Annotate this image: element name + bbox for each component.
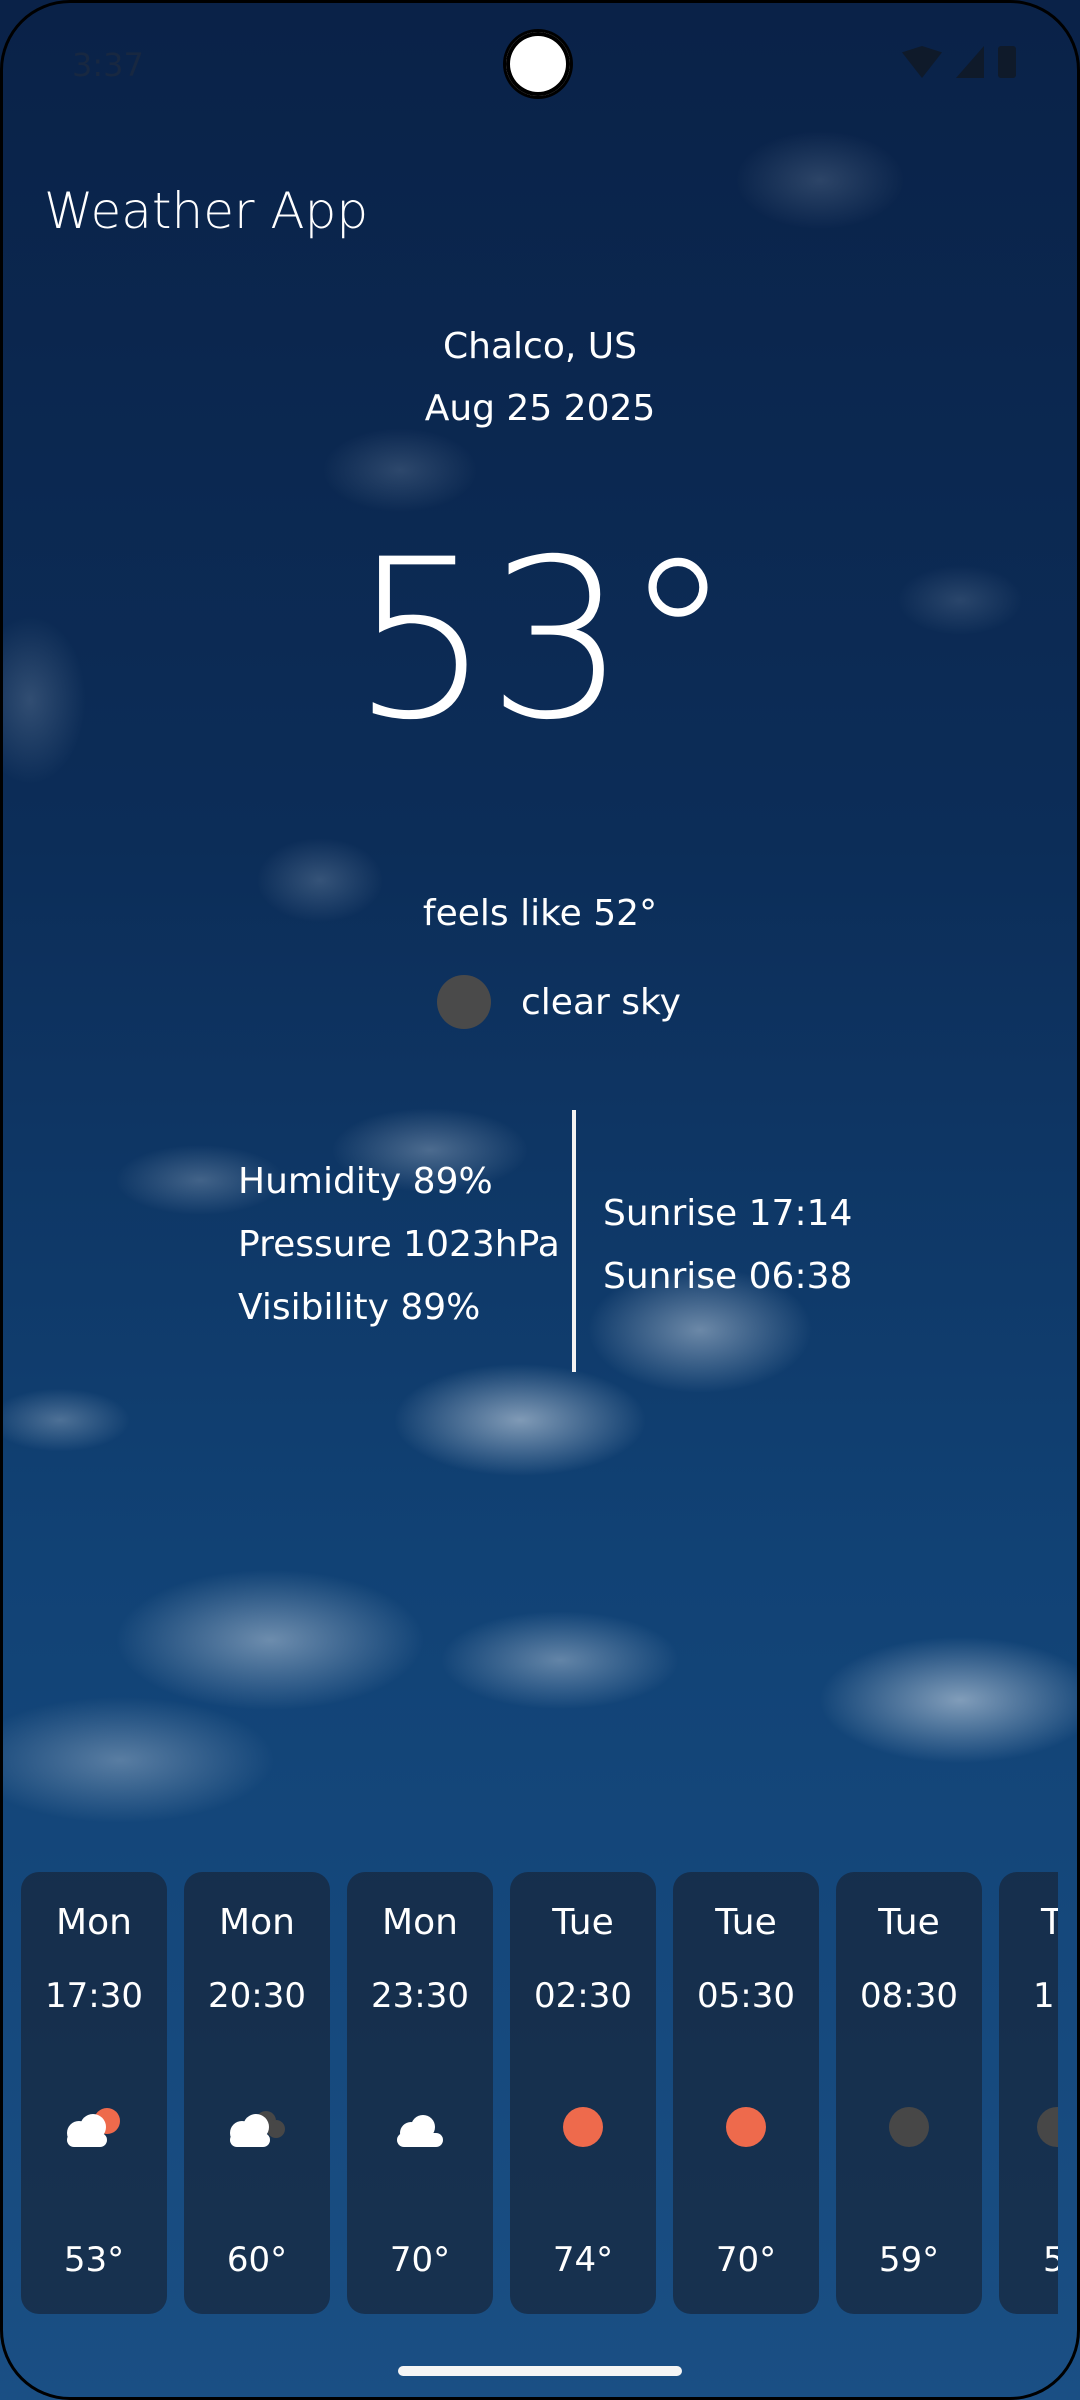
status-icons xyxy=(902,46,1016,78)
moon-icon xyxy=(1037,2107,1058,2147)
location-label: Chalco, US xyxy=(443,326,637,367)
forecast-day: Mon xyxy=(56,1902,132,1943)
forecast-card[interactable]: Mon 20:30 60° xyxy=(184,1872,330,2314)
forecast-time: 20:30 xyxy=(208,1976,306,2016)
stats-divider xyxy=(572,1110,576,1372)
forecast-card[interactable]: Tue 05:30 70° xyxy=(673,1872,819,2314)
forecast-temp: 70° xyxy=(389,2240,451,2280)
forecast-day: T xyxy=(1041,1902,1058,1943)
forecast-card[interactable]: Tue 02:30 74° xyxy=(510,1872,656,2314)
forecast-temp: 59° xyxy=(878,2240,940,2280)
forecast-time: 05:30 xyxy=(697,1976,795,2016)
condition-row: clear sky xyxy=(437,975,681,1029)
status-time: 3:37 xyxy=(72,46,144,84)
cloud-icon xyxy=(397,2115,443,2147)
wifi-icon xyxy=(902,46,942,78)
forecast-temp: 60° xyxy=(226,2240,288,2280)
forecast-card[interactable]: T 11 5 xyxy=(999,1872,1058,2314)
moon-icon xyxy=(889,2107,929,2147)
stats-right: Sunrise 17:14 Sunrise 06:38 xyxy=(603,1182,852,1308)
signal-icon xyxy=(956,46,984,78)
visibility-label: Visibility 89% xyxy=(238,1287,481,1328)
pressure-label: Pressure 1023hPa xyxy=(238,1224,560,1265)
forecast-time: 02:30 xyxy=(534,1976,632,2016)
stats-left: Humidity 89% Pressure 1023hPa Visibility… xyxy=(238,1150,560,1339)
partly-cloudy-night-icon xyxy=(230,2111,285,2147)
camera-cutout xyxy=(506,32,570,96)
forecast-temp: 5 xyxy=(1043,2240,1058,2280)
night-clear-icon xyxy=(437,975,491,1029)
forecast-day: Tue xyxy=(878,1902,940,1943)
forecast-time: 11 xyxy=(1033,1976,1058,2016)
forecast-card[interactable]: Mon 17:30 53° xyxy=(21,1872,167,2314)
date-label: Aug 25 2025 xyxy=(424,388,656,429)
forecast-day: Tue xyxy=(715,1902,777,1943)
sunrise-label: Sunrise 17:14 xyxy=(603,1193,853,1234)
forecast-day: Tue xyxy=(552,1902,614,1943)
sunset-label: Sunrise 06:38 xyxy=(603,1256,853,1297)
sun-icon xyxy=(563,2107,603,2147)
forecast-time: 08:30 xyxy=(860,1976,958,2016)
forecast-strip[interactable]: Mon 17:30 53° Mon 20:30 60° Mon 23:30 70… xyxy=(0,1872,1058,2314)
condition-label: clear sky xyxy=(521,981,681,1023)
feels-like-label: feels like 52° xyxy=(422,893,658,934)
app-title: Weather App xyxy=(44,182,369,240)
sun-icon xyxy=(726,2107,766,2147)
forecast-time: 23:30 xyxy=(371,1976,469,2016)
forecast-temp: 70° xyxy=(715,2240,777,2280)
battery-icon xyxy=(998,46,1016,78)
forecast-temp: 53° xyxy=(63,2240,125,2280)
forecast-temp: 74° xyxy=(552,2240,614,2280)
partly-cloudy-day-icon xyxy=(67,2108,120,2147)
humidity-label: Humidity 89% xyxy=(238,1161,493,1202)
forecast-day: Mon xyxy=(382,1902,458,1943)
home-indicator[interactable] xyxy=(398,2366,682,2376)
forecast-day: Mon xyxy=(219,1902,295,1943)
forecast-card[interactable]: Mon 23:30 70° xyxy=(347,1872,493,2314)
forecast-time: 17:30 xyxy=(45,1976,143,2016)
current-temperature: 53° xyxy=(351,512,733,768)
forecast-card[interactable]: Tue 08:30 59° xyxy=(836,1872,982,2314)
